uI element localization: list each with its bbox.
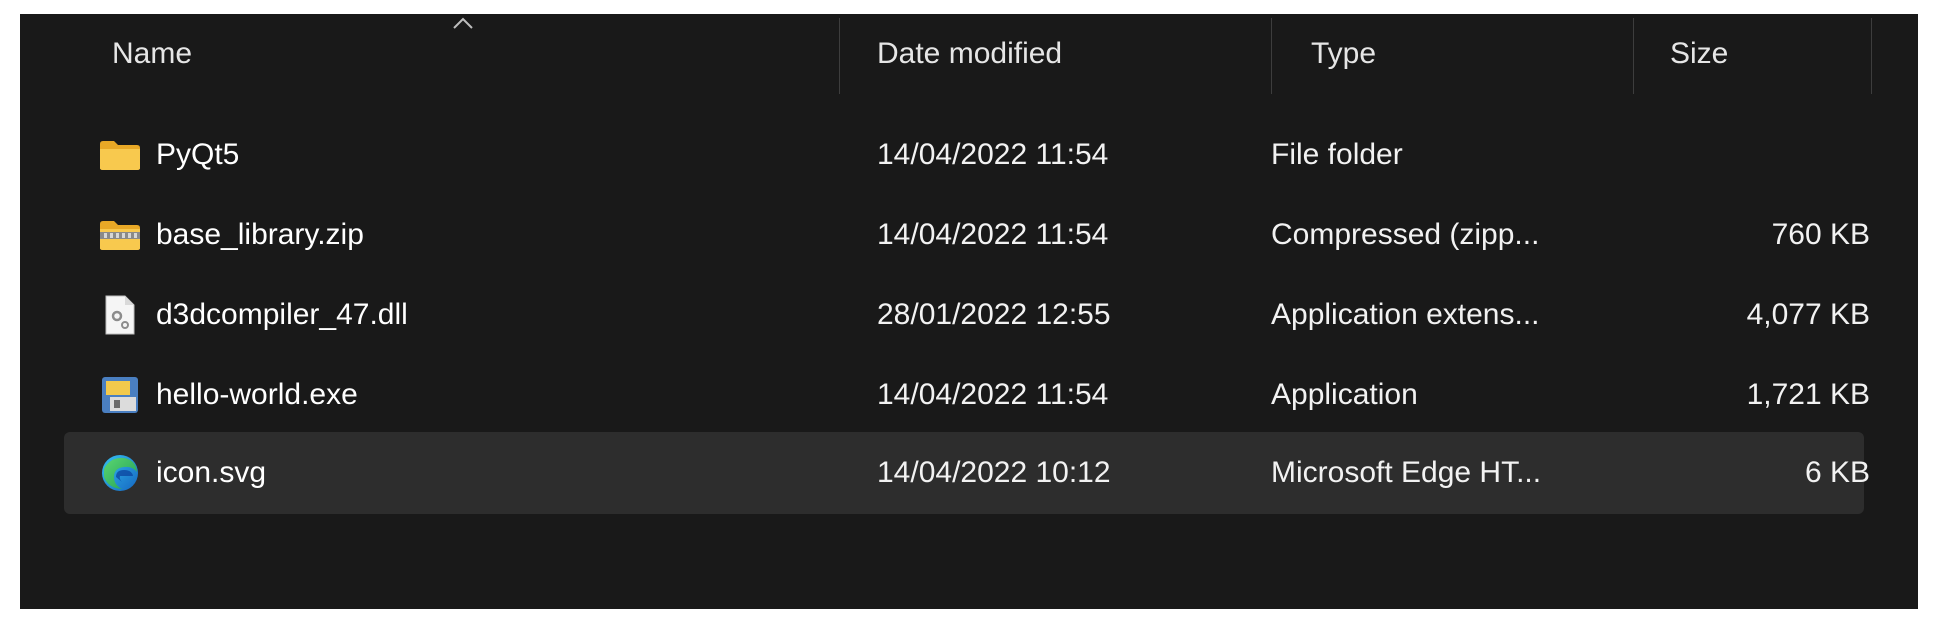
file-size: 1,721 KB: [1746, 378, 1870, 411]
column-header-name-label: Name: [112, 37, 193, 70]
file-date-modified: 28/01/2022 12:55: [877, 298, 1111, 331]
file-row-pyqt5[interactable]: PyQt5 14/04/2022 11:54 File folder: [64, 114, 1864, 196]
file-name: d3dcompiler_47.dll: [156, 298, 408, 331]
file-type: Compressed (zipp...: [1271, 218, 1540, 251]
file-size: [1684, 114, 1870, 196]
column-header-size-label: Size: [1670, 37, 1729, 70]
dll-file-icon: [96, 274, 144, 356]
python-app-icon: [96, 354, 144, 436]
file-name: icon.svg: [156, 456, 267, 489]
column-header-bar: Name Date modified Type Size: [20, 14, 1918, 94]
file-row-icon-svg[interactable]: icon.svg 14/04/2022 10:12 Microsoft Edge…: [64, 432, 1870, 514]
file-name: PyQt5: [156, 138, 240, 171]
file-date-modified: 14/04/2022 11:54: [877, 218, 1109, 251]
file-size: 6 KB: [1804, 456, 1870, 489]
file-date-modified: 14/04/2022 10:12: [877, 456, 1111, 489]
column-header-type[interactable]: Type: [1271, 14, 1633, 94]
file-row-d3dcompiler-dll[interactable]: d3dcompiler_47.dll 28/01/2022 12:55 Appl…: [64, 274, 1870, 356]
file-row-base-library-zip[interactable]: base_library.zip 14/04/2022 11:54 Compre…: [64, 194, 1870, 276]
file-type: Application: [1271, 378, 1418, 411]
file-name: base_library.zip: [156, 218, 364, 251]
file-explorer-details-view: Name Date modified Type Size PyQt5 14/04: [20, 14, 1918, 609]
file-size: 4,077 KB: [1746, 298, 1870, 331]
column-header-type-label: Type: [1311, 37, 1377, 70]
file-type: Microsoft Edge HT...: [1271, 456, 1542, 489]
file-date-modified: 14/04/2022 11:54: [877, 138, 1109, 171]
column-divider[interactable]: [1871, 18, 1872, 94]
file-name: hello-world.exe: [156, 378, 358, 411]
column-header-date-label: Date modified: [877, 37, 1063, 70]
zip-folder-icon: [96, 194, 144, 276]
column-header-name[interactable]: Name: [20, 14, 839, 94]
column-header-size[interactable]: Size: [1633, 14, 1871, 94]
column-header-date-modified[interactable]: Date modified: [839, 14, 1271, 94]
file-type: Application extens...: [1271, 298, 1540, 331]
file-size: 760 KB: [1771, 218, 1870, 251]
folder-icon: [96, 114, 144, 196]
file-date-modified: 14/04/2022 11:54: [877, 378, 1109, 411]
file-type: File folder: [1271, 138, 1403, 171]
file-row-hello-world-exe[interactable]: hello-world.exe 14/04/2022 11:54 Applica…: [64, 354, 1870, 436]
edge-icon: [96, 432, 144, 514]
